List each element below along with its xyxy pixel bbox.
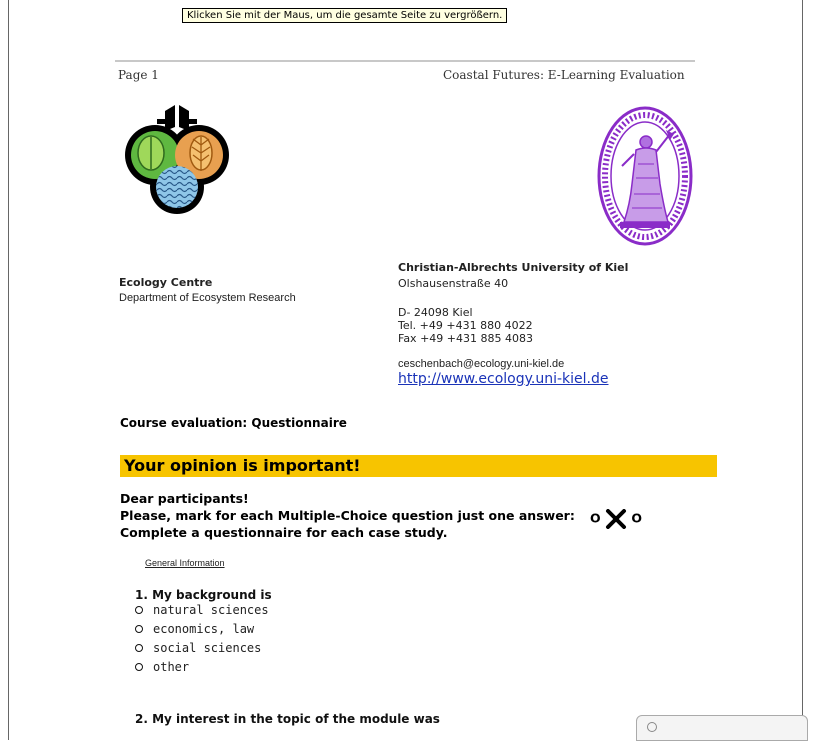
enlarge-tooltip: Klicken Sie mit der Maus, um die gesamte…	[182, 8, 508, 23]
radio-button[interactable]	[135, 663, 143, 671]
question-1-option[interactable]: economics, law	[135, 622, 254, 636]
address-city: D- 24098 Kiel	[398, 306, 473, 319]
mark-example-empty-left: O	[590, 510, 601, 526]
option-label: natural sciences	[153, 603, 269, 617]
document-title: Coastal Futures: E-Learning Evaluation	[443, 68, 685, 82]
addin-tab[interactable]	[636, 715, 808, 741]
header-rule	[115, 60, 695, 62]
address-street: Olshausenstraße 40	[398, 277, 509, 290]
question-1-option[interactable]: natural sciences	[135, 603, 269, 617]
university-seal	[596, 104, 694, 252]
ecology-centre-logo	[117, 103, 243, 219]
mark-example-empty-right: O	[631, 510, 642, 526]
greeting: Dear participants!	[120, 491, 249, 506]
general-information-label: General Information	[145, 558, 225, 568]
website-link[interactable]: http://www.ecology.uni-kiel.de	[398, 371, 609, 387]
department-name: Department of Ecosystem Research	[119, 292, 296, 304]
option-label: social sciences	[153, 641, 262, 655]
info-icon	[647, 722, 657, 732]
opinion-banner: Your opinion is important!	[120, 455, 717, 477]
question-2-title: 2. My interest in the topic of the modul…	[135, 712, 440, 726]
fax-number: Fax +49 +431 885 4083	[398, 332, 533, 345]
option-label: economics, law	[153, 622, 255, 636]
ecology-centre-name: Ecology Centre	[119, 276, 213, 289]
university-name: Christian-Albrechts University of Kiel	[398, 261, 629, 274]
complete-instruction: Complete a questionnaire for each case s…	[120, 525, 448, 540]
course-evaluation-heading: Course evaluation: Questionnaire	[120, 416, 347, 430]
opinion-banner-text: Your opinion is important!	[124, 456, 361, 475]
radio-button[interactable]	[135, 644, 143, 652]
question-1-option[interactable]: social sciences	[135, 641, 261, 655]
email-address: ceschenbach@ecology.uni-kiel.de	[398, 358, 565, 370]
question-1-title: 1. My background is	[135, 588, 272, 602]
question-1-option[interactable]: other	[135, 660, 189, 674]
instruction-text: Please, mark for each Multiple-Choice qu…	[120, 508, 575, 523]
mark-example: O O	[590, 509, 642, 529]
radio-button[interactable]	[135, 606, 143, 614]
radio-button[interactable]	[135, 625, 143, 633]
option-label: other	[153, 660, 190, 674]
page-number: Page 1	[118, 68, 159, 82]
phone-number: Tel. +49 +431 880 4022	[398, 319, 533, 332]
cross-mark-icon	[606, 509, 626, 529]
